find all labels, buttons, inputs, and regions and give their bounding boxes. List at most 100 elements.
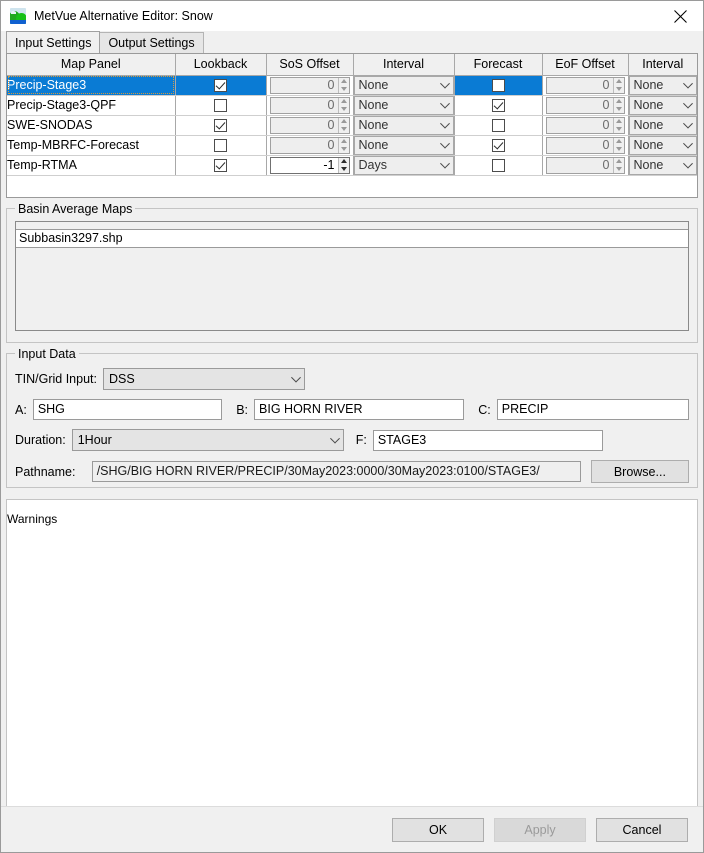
eof_offset-spinner: 0 [545, 156, 625, 174]
warnings-list[interactable] [7, 526, 697, 806]
cell-eof-interval[interactable]: None [628, 115, 697, 136]
input-data-group: Input Data TIN/Grid Input: DSS A: SHG B:… [6, 347, 698, 488]
list-item[interactable]: Subbasin3297.shp [16, 230, 688, 248]
cell-forecast-checkbox[interactable] [454, 95, 543, 116]
part-b-field[interactable]: BIG HORN RIVER [254, 399, 465, 420]
sos_interval-select[interactable]: None [353, 95, 454, 115]
table-row[interactable]: Precip-Stage3-QPF 0 None 0 None [7, 95, 697, 116]
cell-sos-offset[interactable]: -1 [266, 155, 354, 176]
eof_interval-select[interactable]: None [628, 95, 697, 115]
cell-eof-interval[interactable]: None [628, 155, 697, 176]
column-header-sos-offset[interactable]: SoS Offset [266, 54, 354, 76]
part-c-field[interactable]: PRECIP [496, 399, 689, 420]
checkbox-icon[interactable] [491, 79, 505, 93]
browse-button[interactable]: Browse... [590, 460, 689, 483]
checkbox-icon[interactable] [214, 139, 227, 153]
cell-eof-offset[interactable]: 0 [542, 75, 629, 96]
table-row[interactable]: Precip-Stage3 0 None 0 None [7, 75, 697, 96]
map-panel-name-label: Precip-Stage3-QPF [7, 98, 117, 112]
cell-lookback-checkbox[interactable] [175, 115, 267, 136]
column-header-eof-offset[interactable]: EoF Offset [542, 54, 629, 76]
stepper-down-icon [339, 145, 349, 153]
duration-row: Duration: 1Hour F: STAGE3 [15, 429, 689, 451]
cell-sos-interval[interactable]: None [353, 75, 455, 96]
cell-map-panel-name[interactable]: Temp-MBRFC-Forecast [7, 135, 176, 156]
stepper-down-icon[interactable] [339, 165, 349, 173]
checkbox-icon[interactable] [214, 99, 227, 113]
sos_interval-select[interactable]: None [353, 75, 454, 95]
chevron-down-icon [437, 157, 453, 174]
table-row[interactable]: Temp-MBRFC-Forecast 0 None 0 None [7, 135, 697, 156]
cell-eof-interval[interactable]: None [628, 75, 697, 96]
part-a-field[interactable]: SHG [32, 399, 223, 420]
cancel-button[interactable]: Cancel [596, 817, 688, 842]
dialog-button-bar: OK Apply Cancel [1, 806, 703, 852]
duration-select[interactable]: 1Hour [71, 429, 344, 451]
cell-lookback-checkbox[interactable] [175, 155, 267, 176]
sos_interval-select[interactable]: None [353, 135, 454, 155]
checkbox-icon[interactable] [214, 159, 227, 173]
cell-sos-interval[interactable]: None [353, 115, 455, 136]
sos_interval-select[interactable]: Days [353, 155, 454, 175]
cell-sos-offset[interactable]: 0 [266, 95, 354, 116]
cell-eof-offset[interactable]: 0 [542, 115, 629, 136]
tab-output-settings[interactable]: Output Settings [99, 32, 204, 53]
close-icon[interactable] [658, 1, 703, 31]
cell-forecast-checkbox[interactable] [454, 135, 543, 156]
cell-eof-offset[interactable]: 0 [542, 135, 629, 156]
stepper-up-icon[interactable] [339, 158, 349, 166]
cell-eof-interval[interactable]: None [628, 95, 697, 116]
checkbox-icon[interactable] [491, 139, 505, 153]
eof_interval-select[interactable]: None [628, 115, 697, 135]
cell-eof-offset[interactable]: 0 [542, 95, 629, 116]
ok-button-label: OK [428, 822, 448, 837]
column-header-eof-interval[interactable]: Interval [628, 54, 697, 76]
table-row[interactable]: Temp-RTMA -1 Days 0 None [7, 155, 697, 176]
eof_interval-select[interactable]: None [628, 155, 697, 175]
checkbox-icon[interactable] [214, 119, 227, 133]
tab-input-settings[interactable]: Input Settings [6, 31, 101, 53]
table-row[interactable]: SWE-SNODAS 0 None 0 None [7, 115, 697, 136]
cell-map-panel-name[interactable]: Precip-Stage3-QPF [7, 95, 176, 116]
checkbox-icon[interactable] [491, 119, 505, 133]
stepper-down-icon [614, 145, 624, 153]
checkbox-icon[interactable] [491, 99, 505, 113]
cell-eof-offset[interactable]: 0 [542, 155, 629, 176]
part-c-label: C: [478, 402, 491, 417]
cell-forecast-checkbox[interactable] [454, 75, 543, 96]
eof_interval-select[interactable]: None [628, 75, 697, 95]
column-header-forecast[interactable]: Forecast [454, 54, 543, 76]
cell-forecast-checkbox[interactable] [454, 115, 543, 136]
cell-sos-offset[interactable]: 0 [266, 75, 354, 96]
cell-map-panel-name[interactable]: SWE-SNODAS [7, 115, 176, 136]
sos_offset-stepper[interactable] [337, 157, 349, 173]
stepper-up-icon [614, 138, 624, 146]
basin-average-maps-list[interactable]: Subbasin3297.shp [15, 221, 689, 331]
metvue-alternative-editor-window: MetVue Alternative Editor: Snow Input Se… [0, 0, 704, 853]
cell-map-panel-name[interactable]: Temp-RTMA [7, 155, 176, 176]
cell-sos-interval[interactable]: None [353, 95, 455, 116]
column-header-sos-interval[interactable]: Interval [353, 54, 455, 76]
part-f-field[interactable]: STAGE3 [372, 429, 603, 451]
cell-sos-offset[interactable]: 0 [266, 135, 354, 156]
column-header-lookback[interactable]: Lookback [175, 54, 267, 76]
cell-sos-interval[interactable]: None [353, 135, 455, 156]
eof_interval-select[interactable]: None [628, 135, 697, 155]
sos_offset-spinner[interactable]: -1 [269, 156, 350, 174]
cell-lookback-checkbox[interactable] [175, 75, 267, 96]
cell-sos-interval[interactable]: Days [353, 155, 455, 176]
cell-forecast-checkbox[interactable] [454, 155, 543, 176]
cell-sos-offset[interactable]: 0 [266, 115, 354, 136]
title-bar: MetVue Alternative Editor: Snow [1, 1, 703, 31]
ok-button[interactable]: OK [392, 817, 484, 842]
sos_interval-select[interactable]: None [353, 115, 454, 135]
checkbox-icon[interactable] [491, 159, 505, 173]
column-header-map-panel[interactable]: Map Panel [7, 54, 176, 76]
checkbox-icon[interactable] [214, 79, 227, 93]
sos_offset-stepper [337, 117, 349, 133]
cell-eof-interval[interactable]: None [628, 135, 697, 156]
tin-grid-input-select[interactable]: DSS [102, 368, 305, 390]
cell-map-panel-name[interactable]: Precip-Stage3 [7, 75, 176, 96]
cell-lookback-checkbox[interactable] [175, 95, 267, 116]
cell-lookback-checkbox[interactable] [175, 135, 267, 156]
